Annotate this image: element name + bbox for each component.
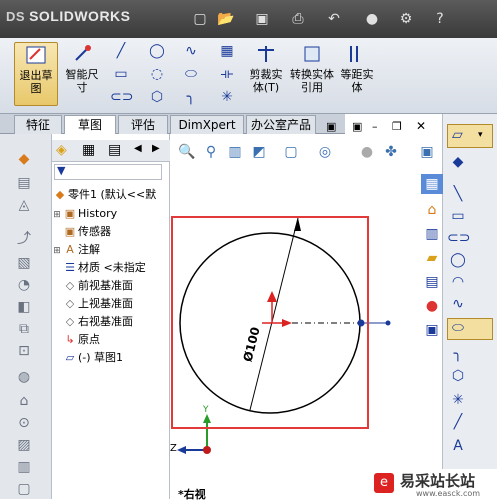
task-pane-icon[interactable]: ▦	[421, 174, 443, 194]
rectangle-tool-icon-right[interactable]: ▭	[447, 206, 469, 226]
circle-tool-icon-right[interactable]: ◯	[447, 250, 469, 270]
slot-tool-icon-right[interactable]: ⊂⊃	[447, 228, 470, 248]
view-palette-icon[interactable]: ▤	[421, 272, 443, 292]
folder-icon[interactable]: ▰	[421, 248, 443, 268]
home-icon[interactable]: ⌂	[421, 200, 443, 220]
view-name-label: *右视	[178, 488, 206, 501]
dropdown-icon[interactable]: ▾	[478, 130, 483, 140]
text-tool-icon[interactable]: A	[447, 436, 469, 456]
sketch-mode-button[interactable]: ▱ ▾	[447, 124, 493, 148]
triad-origin	[203, 446, 211, 454]
right-toolbar: ▱ ▾ ◆ ▦ ⌂ ▥ ▰ ▤ ● ▣ ╲ ▭ ⊂⊃ ◯ ◠ ∿ ⬭ ╮ ⬡ ✳…	[421, 114, 497, 499]
library-icon[interactable]: ▥	[421, 224, 443, 244]
selection-highlight-box	[171, 216, 369, 429]
ellipse-tool-icon-right: ⬭	[452, 320, 464, 336]
custom-properties-icon[interactable]: ▣	[421, 320, 443, 340]
fillet-tool-icon-right[interactable]: ╮	[447, 344, 469, 364]
polygon-tool-icon-right[interactable]: ⬡	[447, 366, 469, 386]
dimension-tool-icon[interactable]: ◆	[447, 152, 469, 172]
watermark-icon: e	[374, 473, 394, 493]
sketch-mode-icon: ▱	[452, 127, 463, 143]
triad-z-label: Z	[170, 443, 177, 454]
line-tool-icon-right[interactable]: ╲	[447, 184, 469, 204]
triad-z-arrow	[177, 446, 186, 454]
watermark-text: 易采站长站	[400, 472, 476, 490]
ellipse-tool-button[interactable]: ⬭	[447, 318, 493, 340]
watermark-url: www.easck.com	[416, 489, 481, 498]
appearances-icon[interactable]: ●	[421, 296, 443, 316]
sketch-endpoint[interactable]	[385, 320, 391, 326]
point-tool-icon-right[interactable]: ✳	[447, 390, 469, 410]
arc-tool-icon-right[interactable]: ◠	[447, 272, 469, 292]
spline-tool-icon-right[interactable]: ∿	[447, 294, 469, 314]
centerline-tool-icon[interactable]: ╱	[447, 412, 469, 432]
watermark-logo: e 易采站长站 www.easck.com	[372, 469, 497, 499]
